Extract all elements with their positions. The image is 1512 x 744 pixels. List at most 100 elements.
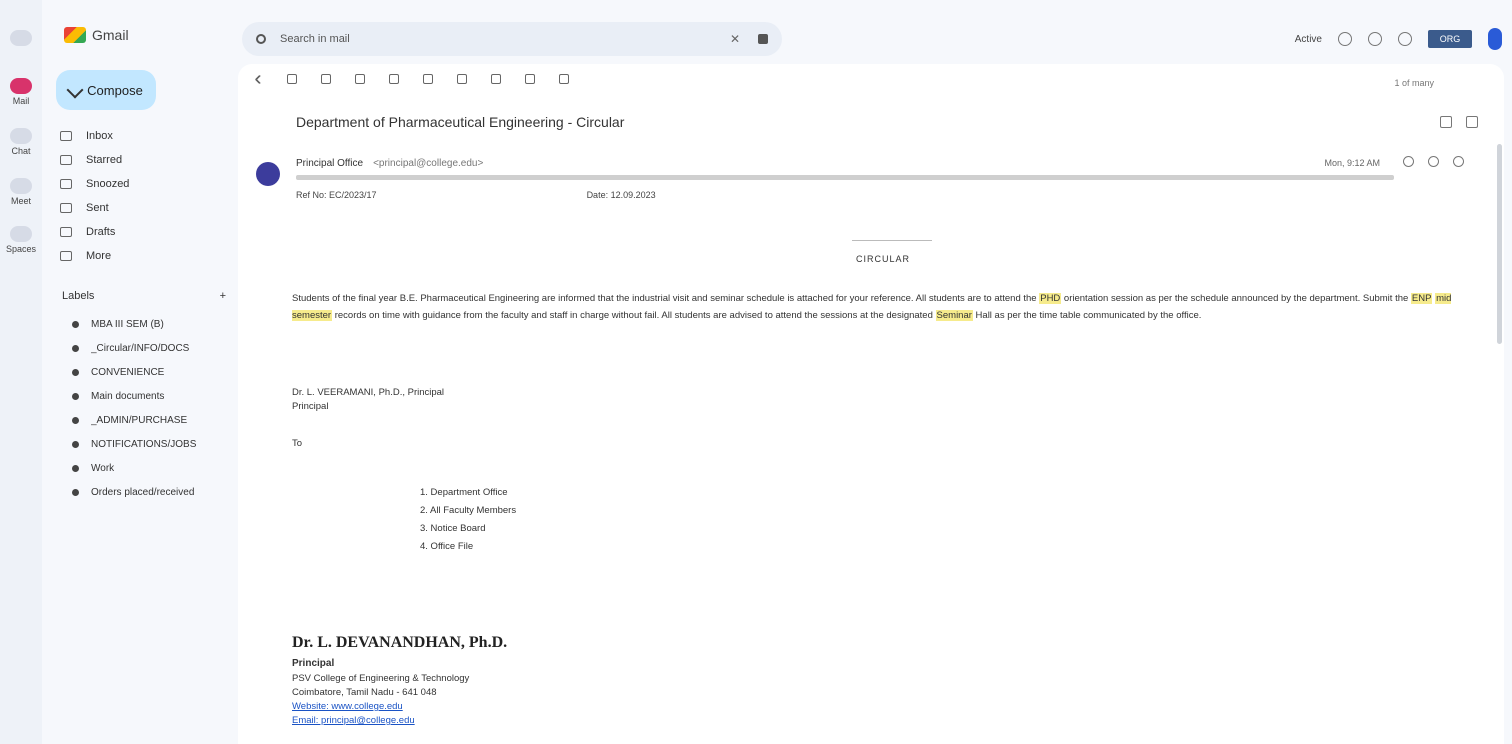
- compose-button[interactable]: Compose: [56, 70, 156, 110]
- label-item[interactable]: Work: [72, 458, 224, 478]
- label-icon[interactable]: [525, 74, 535, 84]
- more-icon[interactable]: [559, 74, 569, 84]
- signature-details: PSV College of Engineering & Technology …: [292, 673, 470, 728]
- label-icon: [72, 488, 79, 496]
- add-task-icon[interactable]: [457, 74, 467, 84]
- sender-name[interactable]: Principal Office: [296, 158, 363, 169]
- sidebar-item-snoozed[interactable]: Snoozed: [60, 174, 228, 194]
- divider: [852, 240, 932, 241]
- gmail-logo-icon: [64, 27, 86, 43]
- list-item: 4. Office File: [420, 541, 474, 552]
- rail-item-meet[interactable]: Meet: [6, 178, 36, 206]
- clear-search-button[interactable]: ✕: [730, 32, 740, 46]
- account-avatar[interactable]: [1488, 28, 1502, 50]
- label-item[interactable]: NOTIFICATIONS/JOBS: [72, 434, 224, 454]
- signoff: Dr. L. VEERAMANI, Ph.D., Principal Princ…: [292, 387, 445, 412]
- label-icon: [72, 344, 79, 352]
- search-highlight: ENP: [1410, 293, 1433, 304]
- sidebar-item-starred[interactable]: Starred: [60, 150, 228, 170]
- sidebar-item-more[interactable]: More: [60, 246, 228, 266]
- label-icon: [72, 392, 79, 400]
- signature-website-link[interactable]: Website: www.college.edu: [292, 700, 469, 714]
- sender-address: <principal@college.edu>: [373, 158, 484, 169]
- draft-icon: [60, 227, 72, 237]
- search-highlight: Seminar: [935, 310, 973, 321]
- rail-item-chat[interactable]: Chat: [6, 128, 36, 156]
- mark-unread-icon[interactable]: [389, 74, 399, 84]
- search-options-icon[interactable]: [758, 34, 768, 44]
- star-icon: [60, 155, 72, 165]
- app-name: Gmail: [92, 27, 129, 43]
- label-icon: [72, 416, 79, 424]
- label-item[interactable]: MBA III SEM (B): [72, 314, 224, 334]
- message-subject: Department of Pharmaceutical Engineering…: [296, 114, 625, 130]
- spaces-icon: [10, 226, 32, 242]
- chat-icon: [10, 128, 32, 144]
- body-paragraph: Students of the final year B.E. Pharmace…: [292, 293, 1452, 321]
- menu-icon: [10, 30, 32, 46]
- signature-role: Principal: [292, 658, 335, 669]
- open-new-window-icon[interactable]: [1466, 116, 1478, 128]
- scrollbar[interactable]: [1497, 144, 1502, 344]
- app-rail: Mail Chat Meet Spaces: [0, 0, 42, 744]
- rail-item-mail[interactable]: Mail: [6, 78, 36, 106]
- rail-menu[interactable]: [6, 30, 36, 48]
- label-icon: [72, 368, 79, 376]
- mail-icon: [10, 78, 32, 94]
- archive-icon[interactable]: [287, 74, 297, 84]
- label-item[interactable]: Orders placed/received: [72, 482, 224, 502]
- search-highlight: PHD: [1039, 293, 1062, 304]
- circular-title: CIRCULAR: [856, 254, 911, 264]
- label-item[interactable]: Main documents: [72, 386, 224, 406]
- rail-item-spaces[interactable]: Spaces: [6, 226, 36, 254]
- message-meta: Ref No: EC/2023/17 Date: 12.09.2023: [296, 190, 656, 200]
- settings-icon[interactable]: [1368, 32, 1382, 46]
- more-vert-icon[interactable]: [1453, 156, 1464, 167]
- pager: 1 of many: [1394, 78, 1434, 88]
- label-icon: [72, 464, 79, 472]
- label-icon: [72, 320, 79, 328]
- search-bar[interactable]: Search in mail ✕: [242, 22, 782, 56]
- snooze-icon[interactable]: [423, 74, 433, 84]
- list-item: 2. All Faculty Members: [420, 505, 517, 516]
- sender-avatar: [256, 162, 280, 186]
- message-actions: [1403, 156, 1464, 167]
- sender-line: Principal Office <principal@college.edu>: [296, 158, 483, 169]
- status-indicator[interactable]: Active: [1295, 34, 1322, 45]
- report-icon[interactable]: [321, 74, 331, 84]
- signature-name: Dr. L. DEVANANDHAN, Ph.D.: [292, 634, 508, 651]
- video-icon: [10, 178, 32, 194]
- star-icon[interactable]: [1403, 156, 1414, 167]
- sidebar-item-sent[interactable]: Sent: [60, 198, 228, 218]
- sidebar: Gmail Compose Inbox Starred Snoozed Sent…: [44, 0, 230, 744]
- labels-heading: Labels +: [62, 290, 226, 302]
- recipients-line[interactable]: [296, 175, 1394, 180]
- send-icon: [60, 203, 72, 213]
- label-item[interactable]: _ADMIN/PURCHASE: [72, 410, 224, 430]
- list-item: 1. Department Office: [420, 487, 508, 498]
- apps-icon[interactable]: [1398, 32, 1412, 46]
- label-icon: [72, 440, 79, 448]
- delete-icon[interactable]: [355, 74, 365, 84]
- to-label: To: [292, 438, 303, 449]
- search-icon[interactable]: [256, 34, 266, 44]
- search-input[interactable]: Search in mail: [280, 33, 350, 45]
- message-toolbar: [254, 74, 569, 84]
- help-icon[interactable]: [1338, 32, 1352, 46]
- message-view: 1 of many Department of Pharmaceutical E…: [238, 64, 1504, 744]
- label-item[interactable]: CONVENIENCE: [72, 362, 224, 382]
- move-icon[interactable]: [491, 74, 501, 84]
- back-icon[interactable]: [254, 74, 265, 84]
- top-right-actions: Active ORG: [1295, 28, 1502, 50]
- add-label-button[interactable]: +: [220, 290, 226, 302]
- label-item[interactable]: _Circular/INFO/DOCS: [72, 338, 224, 358]
- chevron-down-icon: [60, 251, 72, 261]
- print-icon[interactable]: [1440, 116, 1452, 128]
- sidebar-item-drafts[interactable]: Drafts: [60, 222, 228, 242]
- clock-icon: [60, 179, 72, 189]
- signature-email-link[interactable]: Email: principal@college.edu: [292, 714, 469, 728]
- sidebar-item-inbox[interactable]: Inbox: [60, 126, 228, 146]
- reply-icon[interactable]: [1428, 156, 1439, 167]
- app-logo[interactable]: Gmail: [64, 27, 129, 43]
- message-date: Mon, 9:12 AM: [1324, 158, 1380, 168]
